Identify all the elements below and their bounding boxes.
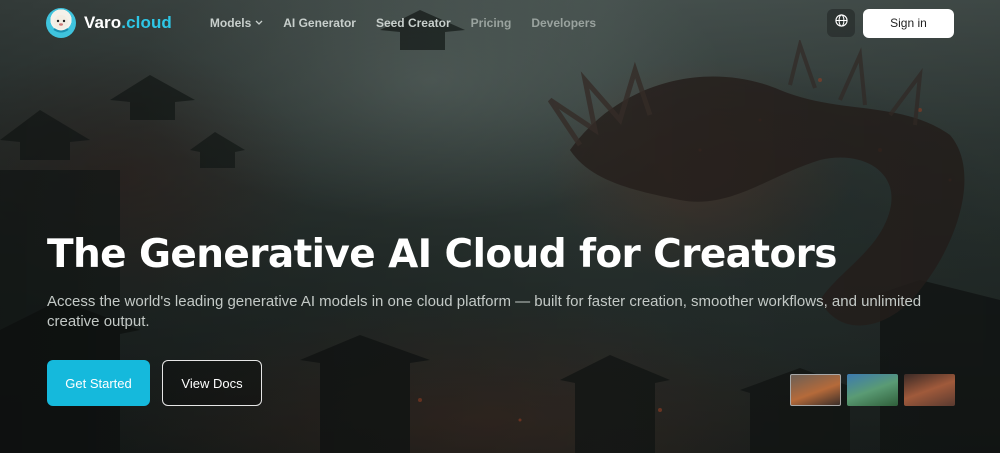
brand-tld: .cloud [121,13,172,32]
landscape-thumbnail[interactable] [847,374,898,406]
brand-logo-link[interactable]: Varo.cloud [46,8,172,38]
mascot-icon [46,8,76,38]
hero-thumbnail-strip [790,374,955,406]
nav-item-models[interactable]: Models [210,16,263,30]
nav-item-developers[interactable]: Developers [531,16,596,30]
globe-icon [834,14,848,32]
fire-scene-thumbnail[interactable] [790,374,841,406]
nav-item-seed-creator[interactable]: Seed Creator [376,16,451,30]
get-started-button[interactable]: Get Started [47,360,150,406]
nav-actions: Sign in [827,8,954,38]
nav-item-label: Pricing [470,16,512,30]
warm-scene-thumbnail[interactable] [904,374,955,406]
hero-subtitle: Access the world's leading generative AI… [47,293,922,330]
top-navigation: Varo.cloud Models AI Generator Seed Crea… [0,0,1000,46]
nav-item-pricing[interactable]: Pricing [471,16,512,30]
brand-name-text: Varo [84,13,122,32]
nav-item-label: Models [209,16,252,30]
nav-item-label: AI Generator [283,16,356,30]
main-menu: Models AI Generator Seed Creator Pricing… [210,16,596,30]
nav-item-label: Seed Creator [375,16,451,30]
sign-in-button[interactable]: Sign in [863,8,954,38]
language-button[interactable] [827,9,855,37]
hero-headline: The Generative AI Cloud for Creators [47,232,837,277]
chevron-down-icon [255,18,263,28]
nav-item-ai-generator[interactable]: AI Generator [283,16,356,30]
nav-item-label: Developers [531,16,597,30]
view-docs-button[interactable]: View Docs [162,360,262,406]
brand-name: Varo.cloud [84,13,172,33]
